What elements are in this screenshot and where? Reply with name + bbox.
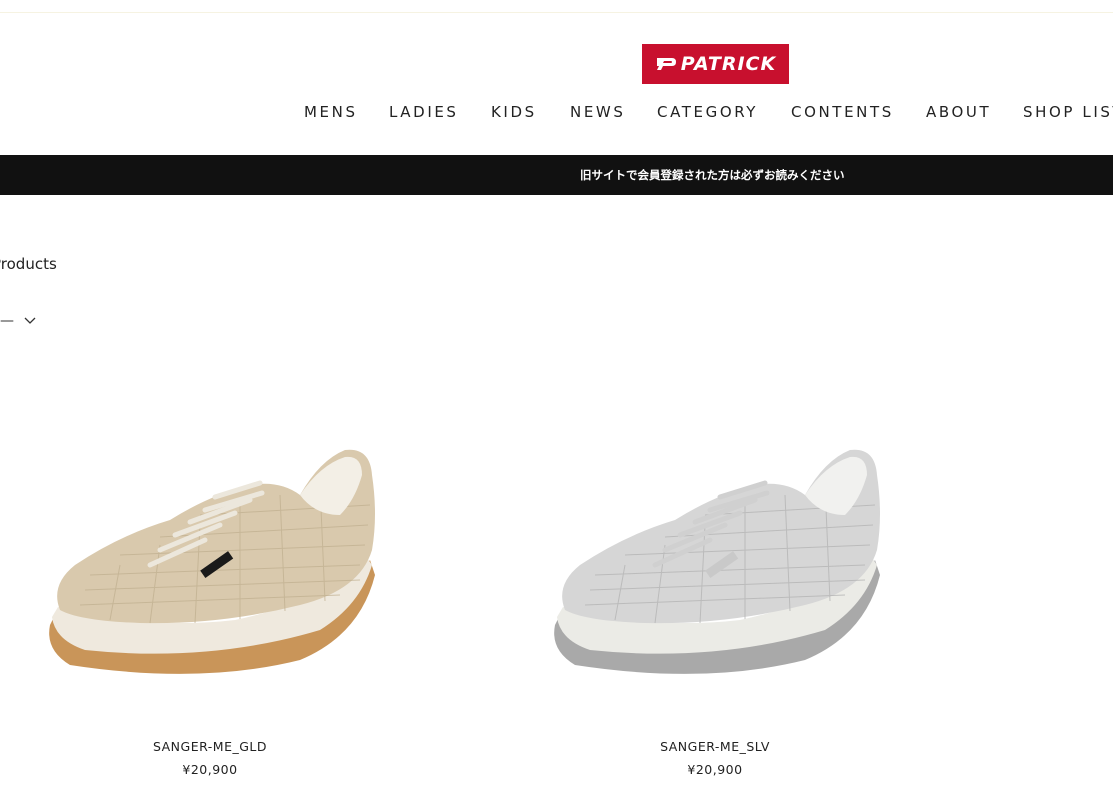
product-image[interactable] (505, 425, 925, 685)
brand-logo[interactable]: PATRICK (642, 44, 789, 84)
nav-ladies[interactable]: LADIES (389, 102, 459, 122)
page-title: Products (0, 255, 80, 273)
chevron-down-icon (24, 317, 36, 324)
nav-mens[interactable]: MENS (304, 102, 358, 122)
patrick-p-icon (656, 58, 676, 70)
product-price: ¥20,900 (687, 762, 743, 777)
product-price: ¥20,900 (182, 762, 238, 777)
product-name[interactable]: SANGER-ME_SLV (505, 739, 925, 754)
product-card[interactable]: SANGER-ME_GLD ¥20,900 (0, 400, 420, 791)
sort-dropdown[interactable]: — (0, 312, 36, 330)
sort-label: — (0, 313, 14, 329)
product-image[interactable] (0, 425, 420, 685)
product-card[interactable]: SANGER-ME_SLV ¥20,900 (505, 400, 925, 791)
page-title-text: Products (0, 255, 57, 273)
nav-news[interactable]: NEWS (570, 102, 625, 122)
nav-category[interactable]: CATEGORY (657, 102, 758, 122)
notice-bar[interactable]: 旧サイトで会員登録された方は必ずお読みください (0, 155, 1113, 195)
top-divider (0, 12, 1113, 13)
notice-text[interactable]: 旧サイトで会員登録された方は必ずお読みください (580, 155, 845, 195)
nav-kids[interactable]: KIDS (491, 102, 537, 122)
product-name[interactable]: SANGER-ME_GLD (0, 739, 420, 754)
brand-name: PATRICK (680, 53, 777, 75)
nav-shop-list[interactable]: SHOP LIST (1023, 102, 1113, 122)
nav-contents[interactable]: CONTENTS (791, 102, 894, 122)
main-nav: MENS LADIES KIDS NEWS CATEGORY CONTENTS … (0, 102, 1113, 124)
nav-about[interactable]: ABOUT (926, 102, 991, 122)
